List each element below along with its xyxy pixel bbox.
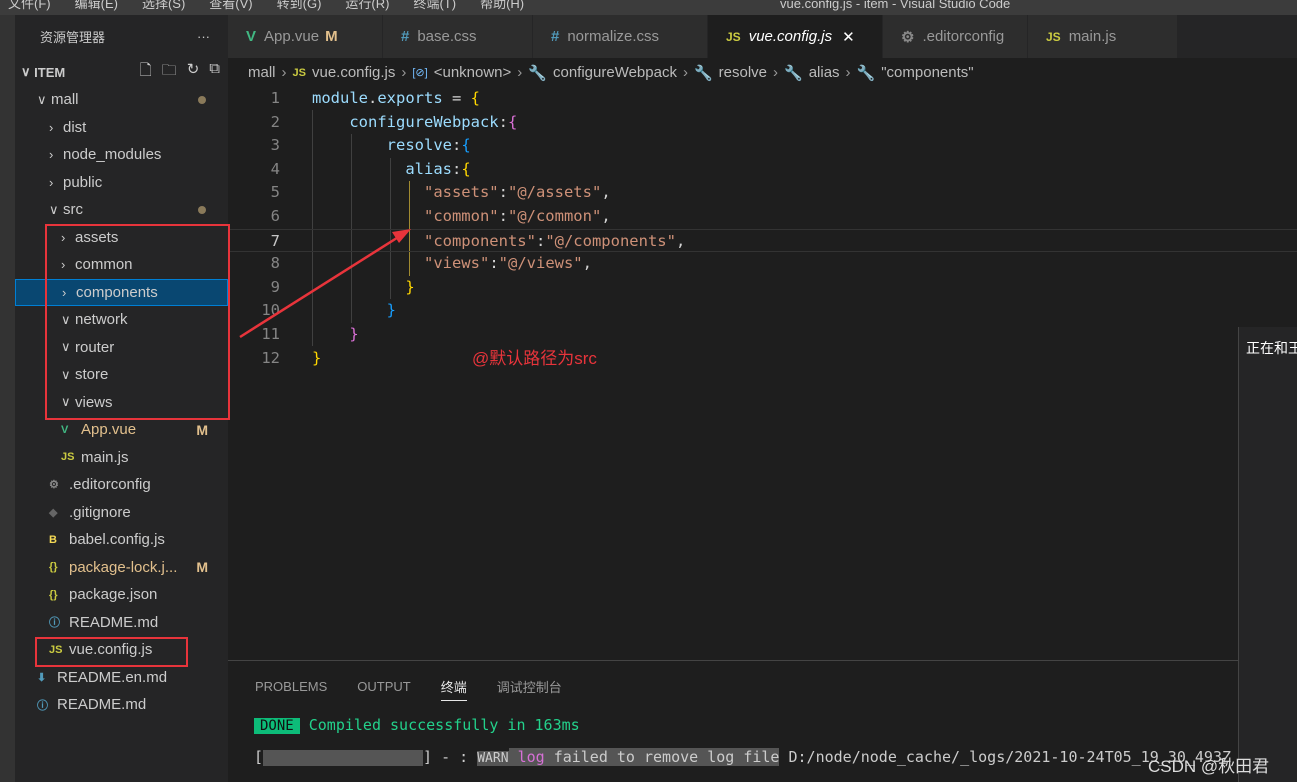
- log-label: log: [517, 748, 545, 766]
- compiled-message: Compiled successfully in 163ms: [308, 716, 580, 734]
- separator: ] - :: [423, 748, 469, 766]
- warn-label: WARN: [477, 751, 509, 766]
- panel-tab-1[interactable]: OUTPUT: [357, 679, 410, 694]
- panel-tab-0[interactable]: PROBLEMS: [255, 679, 327, 694]
- terminal-line-done: DONE Compiled successfully in 163ms: [228, 716, 1238, 734]
- warn-message: failed to remove log file: [553, 748, 780, 766]
- panel-tab-2[interactable]: 终端: [440, 677, 467, 701]
- redacted-block: [263, 749, 424, 766]
- bottom-panel: PROBLEMS OUTPUT 终端 调试控制台 DONE Compiled succ…: [228, 660, 1238, 782]
- done-badge: DONE: [254, 718, 300, 734]
- notification-panel: 正在和王: [1238, 327, 1297, 782]
- bracket: [: [254, 748, 264, 766]
- terminal-line-warn: [ ] - : WARN log failed to remove log fil…: [228, 748, 1238, 766]
- annotation-text: @默认路径为src: [472, 349, 597, 368]
- panel-tab-3[interactable]: 调试控制台: [497, 677, 562, 696]
- watermark: CSDN @秋田君: [1148, 757, 1270, 776]
